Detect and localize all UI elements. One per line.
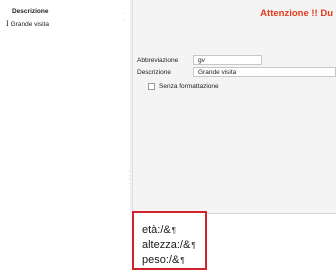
editor-line-text: peso:/& [142, 254, 180, 266]
descrizione-label: Descrizione [137, 69, 171, 76]
list-item-label: Grande visita [10, 21, 49, 28]
paragraph-mark-icon: ¶ [191, 241, 196, 250]
editor-line-text: età:/& [142, 224, 171, 236]
column-header-descrizione[interactable]: Descrizione [12, 8, 49, 15]
abbreviazione-field[interactable] [193, 55, 262, 65]
list-item[interactable]: I Grande visita [6, 19, 49, 28]
editor-line-text: altezza:/& [142, 239, 191, 251]
abbreviazione-label: Abbreviazione [137, 57, 179, 64]
editor-line: peso:/&¶ [142, 254, 185, 266]
paragraph-mark-icon: ¶ [171, 226, 177, 235]
detail-panel: Attenzione !! Du [133, 0, 336, 214]
column-resize-grip-icon[interactable]: · · · [123, 5, 125, 24]
text-cursor-icon: I [6, 19, 9, 28]
editor-line: età:/&¶ [142, 224, 176, 236]
paragraph-mark-icon: ¶ [180, 256, 185, 265]
senza-formattazione-checkbox[interactable] [148, 83, 155, 90]
warning-banner: Attenzione !! Du [260, 8, 333, 19]
editor-line: altezza:/&¶ [142, 239, 196, 251]
descrizione-field[interactable] [193, 67, 336, 77]
senza-formattazione-option[interactable]: Senza formattazione [148, 83, 219, 90]
list-panel: Descrizione · · · I Grande visita [0, 0, 131, 200]
text-editor-box[interactable]: età:/&¶ altezza:/&¶ peso:/&¶ [132, 211, 207, 270]
senza-formattazione-label: Senza formattazione [159, 83, 219, 90]
splitter-grip-icon[interactable]: · · · · · [129, 170, 131, 191]
